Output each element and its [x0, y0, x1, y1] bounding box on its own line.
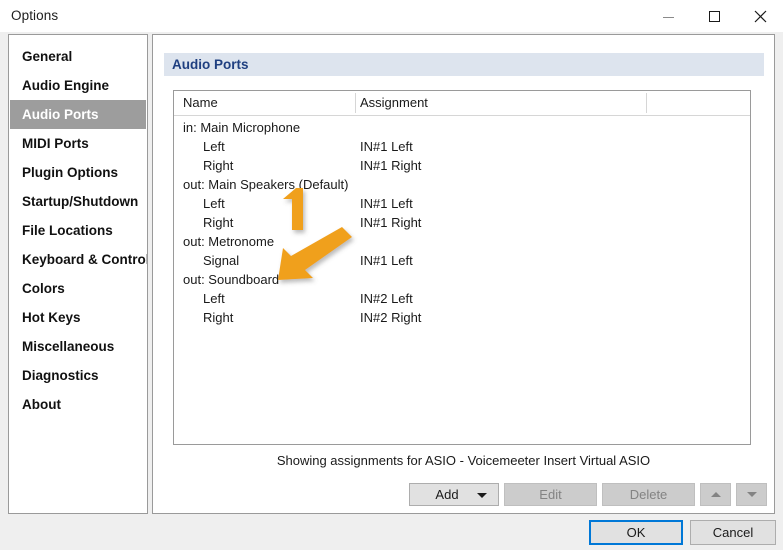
cell-assignment: IN#1 Left: [360, 196, 413, 211]
sidebar-nav: General Audio Engine Audio Ports MIDI Ports…: [8, 34, 148, 514]
cell-name: out: Metronome: [183, 234, 275, 249]
window-title: Options: [11, 8, 59, 23]
audio-ports-list[interactable]: Name Assignment in: Main Microphone Left I…: [173, 90, 751, 445]
page-title: Audio Ports: [164, 53, 764, 76]
cell-name: out: Main Speakers (Default): [183, 177, 349, 192]
sidebar-item-plugin-options[interactable]: Plugin Options: [9, 158, 147, 187]
cell-assignment: IN#2 Left: [360, 291, 413, 306]
table-row[interactable]: Right IN#1 Right: [174, 156, 750, 175]
cell-assignment: IN#1 Left: [360, 253, 413, 268]
cell-assignment: IN#1 Right: [360, 158, 422, 173]
cell-name: Right: [203, 158, 234, 173]
add-button[interactable]: Add: [409, 483, 499, 506]
sidebar-item-colors[interactable]: Colors: [9, 274, 147, 303]
options-dialog: General Audio Engine Audio Ports MIDI Ports…: [0, 32, 783, 550]
window-controls: [645, 0, 783, 32]
close-icon: [754, 10, 766, 22]
cell-name: out: Soundboard: [183, 272, 280, 287]
table-row[interactable]: Signal IN#1 Left: [174, 251, 750, 270]
move-up-button[interactable]: [700, 483, 731, 506]
cell-assignment: IN#1 Left: [360, 139, 413, 154]
delete-button[interactable]: Delete: [602, 483, 695, 506]
maximize-button[interactable]: [691, 0, 737, 32]
chevron-down-icon: [477, 493, 487, 498]
cell-assignment: IN#1 Right: [360, 215, 422, 230]
list-rows: in: Main Microphone Left IN#1 Left Right IN#…: [174, 116, 750, 327]
status-text: Showing assignments for ASIO - Voicemeet…: [276, 453, 651, 468]
minimize-button[interactable]: [645, 0, 691, 32]
cell-name: Left: [203, 139, 225, 154]
table-row[interactable]: Right IN#2 Right: [174, 308, 750, 327]
cancel-button[interactable]: Cancel: [690, 520, 776, 545]
sidebar-item-general[interactable]: General: [9, 42, 147, 71]
cell-name: Signal: [203, 253, 240, 268]
table-row[interactable]: in: Main Microphone: [174, 118, 750, 137]
cell-assignment: IN#2 Right: [360, 310, 422, 325]
table-row[interactable]: out: Main Speakers (Default): [174, 175, 750, 194]
table-row[interactable]: Left IN#2 Left: [174, 289, 750, 308]
arrow-down-icon: [746, 492, 757, 497]
sidebar-item-miscellaneous[interactable]: Miscellaneous: [9, 332, 147, 361]
column-divider[interactable]: [355, 93, 356, 113]
sidebar-item-audio-ports[interactable]: Audio Ports: [10, 100, 146, 129]
sidebar-item-keyboard-controls[interactable]: Keyboard & Controls: [9, 245, 147, 274]
move-down-button[interactable]: [736, 483, 767, 506]
close-button[interactable]: [737, 0, 783, 32]
sidebar-item-midi-ports[interactable]: MIDI Ports: [9, 129, 147, 158]
column-header-name[interactable]: Name: [183, 91, 218, 115]
sidebar-item-startup-shutdown[interactable]: Startup/Shutdown: [9, 187, 147, 216]
title-bar: Options: [0, 0, 783, 32]
list-action-buttons: Add Edit Delete: [409, 483, 767, 506]
column-divider[interactable]: [646, 93, 647, 113]
cell-name: in: Main Microphone: [183, 120, 301, 135]
cell-name: Right: [203, 310, 234, 325]
column-header-assignment[interactable]: Assignment: [360, 91, 428, 115]
table-row[interactable]: Left IN#1 Left: [174, 194, 750, 213]
sidebar-item-diagnostics[interactable]: Diagnostics: [9, 361, 147, 390]
add-button-label: Add: [435, 487, 459, 502]
ok-button[interactable]: OK: [589, 520, 683, 545]
arrow-up-icon: [710, 492, 721, 497]
maximize-icon: [708, 10, 720, 22]
sidebar-item-about[interactable]: About: [9, 390, 147, 419]
cell-name: Right: [203, 215, 234, 230]
sidebar-item-file-locations[interactable]: File Locations: [9, 216, 147, 245]
edit-button[interactable]: Edit: [504, 483, 597, 506]
table-row[interactable]: out: Soundboard: [174, 270, 750, 289]
cell-name: Left: [203, 196, 225, 211]
sidebar-item-hot-keys[interactable]: Hot Keys: [9, 303, 147, 332]
list-header-row: Name Assignment: [174, 91, 750, 116]
table-row[interactable]: Right IN#1 Right: [174, 213, 750, 232]
table-row[interactable]: out: Metronome: [174, 232, 750, 251]
main-panel: Audio Ports Name Assignment in: Main Mic…: [152, 34, 775, 514]
sidebar-item-audio-engine[interactable]: Audio Engine: [9, 71, 147, 100]
minimize-icon: [662, 16, 674, 18]
table-row[interactable]: Left IN#1 Left: [174, 137, 750, 156]
cell-name: Left: [203, 291, 225, 306]
